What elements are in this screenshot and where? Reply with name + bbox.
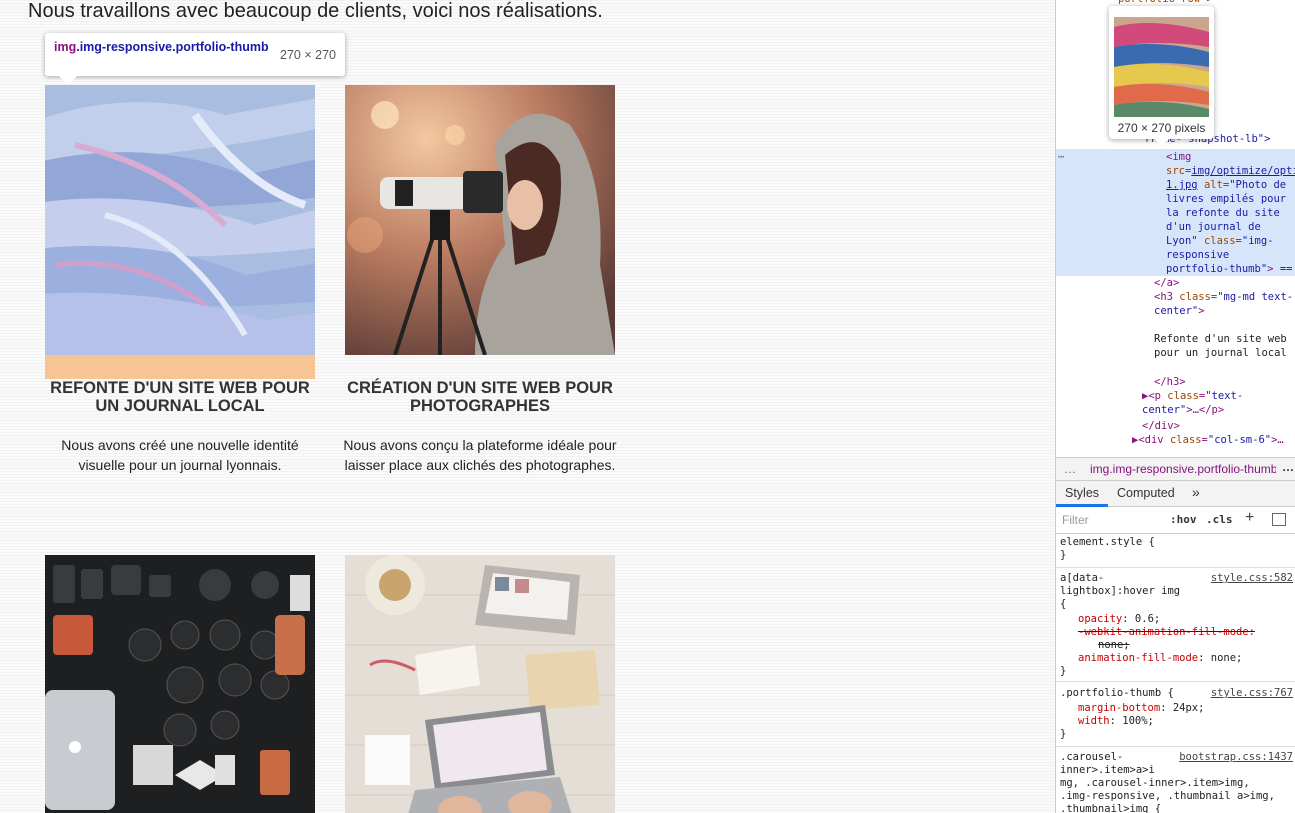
rule-close: } (1060, 549, 1067, 561)
portfolio-thumb-laptop[interactable] (345, 555, 615, 813)
rule-selector: .img-responsive, .thumbnail a>img, (1060, 790, 1275, 802)
prop-name: -webkit-animation-fill-mode: (1078, 626, 1256, 638)
more-icon[interactable]: … (1064, 462, 1076, 476)
rule-selector: .thumbnail>img { (1060, 803, 1162, 813)
prop-name: animation-fill-mode (1078, 652, 1199, 664)
tree-node-h3[interactable]: <h3 class="mg-md text-center"> (1154, 290, 1294, 318)
decl-width[interactable]: width: 100%; (1060, 715, 1295, 728)
rule-selector: element.style { (1060, 536, 1155, 548)
decl-webkit[interactable]: -webkit-animation-fill-mode: (1060, 626, 1295, 639)
tooltip-size: 270 × 270 (280, 48, 336, 62)
styles-tabs: Styles Computed » (1056, 481, 1295, 507)
col-class: "col-sm-6" (1207, 434, 1272, 446)
rule-source-link[interactable]: style.css:767 (1211, 687, 1293, 700)
prop-value: none; (1210, 652, 1243, 664)
card-title: Création d'un site web pour photographes (347, 379, 613, 415)
tree-node-img[interactable]: <img src=img/optimize/optimized-1.jpg al… (1166, 150, 1295, 276)
preview-size-label: 270 × 270 pixels (1117, 121, 1206, 135)
sidebar-toggle-icon[interactable] (1272, 513, 1286, 526)
preview-image (1114, 17, 1209, 117)
photographer-photo (345, 85, 615, 355)
rule-close: } (1060, 665, 1067, 677)
add-rule-icon[interactable]: + (1245, 509, 1254, 527)
rule-bootstrap: .carousel- bootstrap.css:1437 inner>.ite… (1056, 751, 1295, 813)
tree-close-div: </div> (1142, 420, 1180, 432)
margin-highlight (45, 355, 315, 379)
rule-element-style: element.style { } (1056, 536, 1295, 568)
image-preview-popover: 270 × 270 pixels (1109, 6, 1214, 146)
rule-open: { (1060, 598, 1067, 610)
tree-close-h3: </h3> (1154, 376, 1186, 388)
h3-text: Refonte d'un site web pour un journal lo… (1154, 333, 1287, 359)
rule-selector: inner>.item>a>i (1060, 764, 1155, 776)
filter-bar: Filter :hov .cls + (1056, 507, 1295, 534)
cls-toggle[interactable]: .cls (1206, 513, 1233, 526)
breadcrumb: … img.img-responsive.portfolio-thumb … (1056, 457, 1295, 481)
prop-value: 100%; (1122, 715, 1154, 727)
tooltip-tag: img (54, 40, 77, 54)
laptop-desk-photo (345, 555, 615, 813)
card-description: Nous avons créé une nouvelle identité vi… (61, 437, 299, 473)
more-icon[interactable]: ⋯ (1058, 150, 1064, 164)
rule-portfolio-thumb: .portfolio-thumb { style.css:767 margin-… (1056, 687, 1295, 747)
prop-name: margin-bottom (1078, 702, 1161, 714)
tree-close-a: </a> (1154, 277, 1180, 289)
decl-webkit-value: none; (1098, 639, 1130, 651)
breadcrumb-item[interactable]: img.img-responsive.portfolio-thumb (1090, 462, 1276, 476)
rule-selector: mg, .carousel-inner>.item>img, (1060, 777, 1250, 789)
rule-source-link[interactable]: bootstrap.css:1437 (1179, 751, 1293, 764)
tree-node-p[interactable]: ▶<p class="text-center">…</p> (1142, 389, 1292, 417)
rule-hover: a[data-lightbox]:hover img style.css:582… (1056, 572, 1295, 682)
element-inspector-tooltip: img.img-responsive.portfolio-thumb 270 ×… (45, 33, 345, 85)
decl-margin-bottom[interactable]: margin-bottom: 24px; (1060, 702, 1295, 715)
hov-toggle[interactable]: :hov (1170, 513, 1197, 526)
tab-computed[interactable]: Computed (1117, 486, 1175, 500)
books-photo (45, 85, 315, 355)
prop-value: 24px; (1172, 702, 1205, 714)
filter-input[interactable]: Filter (1062, 513, 1089, 527)
card-description: Nous avons conçu la plateforme idéale po… (343, 437, 617, 473)
h3-class: "mg-md text-center" (1154, 291, 1294, 317)
rule-source-link[interactable]: style.css:582 (1211, 572, 1293, 585)
portfolio-thumb-photographer[interactable] (345, 85, 615, 355)
decl-afm[interactable]: animation-fill-mode: none; (1060, 652, 1295, 665)
portfolio-thumb-books[interactable] (45, 85, 315, 379)
rule-close: } (1060, 728, 1067, 740)
tree-node-col[interactable]: ▶<div class="col-sm-6">… (1132, 433, 1284, 447)
more-tabs-icon[interactable]: » (1192, 484, 1200, 500)
rule-selector-text: .portfolio-thumb (1060, 687, 1162, 699)
rule-selector: a[data-lightbox]:hover img (1060, 572, 1181, 597)
camera-gear-photo (45, 555, 315, 813)
more-icon[interactable]: … (1282, 460, 1294, 474)
prop-name: width (1078, 715, 1110, 727)
tooltip-classes: .img-responsive.portfolio-thumb (76, 40, 269, 54)
intro-text: Nous travaillons avec beaucoup de client… (28, 0, 603, 22)
prop-value: 0.6; (1134, 613, 1161, 625)
prop-name: opacity (1078, 613, 1123, 625)
tooltip-selector: img.img-responsive.portfolio-thumb (54, 40, 274, 55)
decl-opacity[interactable]: opacity: 0.6; (1060, 613, 1295, 626)
tab-styles[interactable]: Styles (1065, 486, 1099, 500)
card-title: Refonte d'un site web pour un journal lo… (50, 379, 310, 415)
portfolio-thumb-gear[interactable] (45, 555, 315, 813)
